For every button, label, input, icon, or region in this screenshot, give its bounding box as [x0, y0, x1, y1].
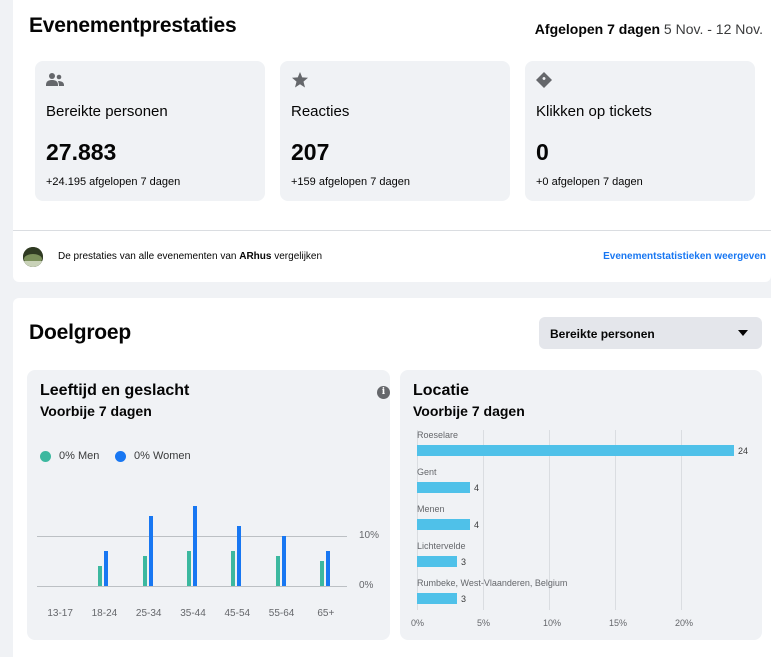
- location-bar: [417, 519, 470, 530]
- location-label: Lichtervelde: [417, 541, 466, 551]
- compare-page-name: ARhus: [239, 251, 272, 262]
- stat-value: 207: [291, 139, 330, 165]
- location-value: 3: [461, 594, 467, 604]
- x-tick-label: 0%: [411, 618, 425, 628]
- bar-women: [104, 551, 109, 586]
- compare-suffix: vergelijken: [271, 251, 323, 262]
- location-label: Gent: [417, 467, 437, 477]
- y-tick-label: 0%: [359, 580, 374, 591]
- women-color-dot: [115, 450, 126, 462]
- stat-label: Klikken op tickets: [536, 103, 652, 120]
- age-gender-subtitle: Voorbije 7 dagen: [40, 403, 152, 419]
- x-tick-label: 10%: [543, 618, 562, 628]
- bar-men: [231, 551, 236, 586]
- legend-women: 0% Women: [115, 450, 191, 462]
- location-value: 3: [461, 557, 467, 567]
- location-label: Menen: [417, 504, 445, 514]
- bar-women: [325, 551, 330, 586]
- date-range: Afgelopen 7 dagen 5 Nov. - 12 Nov.: [535, 21, 763, 37]
- people-icon: [46, 73, 64, 86]
- bar-men: [275, 556, 280, 586]
- event-performance-card: Evenementprestaties Afgelopen 7 dagen 5 …: [13, 0, 771, 282]
- stat-delta: +0 afgelopen 7 dagen: [536, 176, 643, 188]
- location-value: 24: [738, 446, 749, 456]
- legend-men: 0% Men: [40, 450, 99, 462]
- metric-dropdown-value: Bereikte personen: [550, 327, 655, 341]
- location-bar: [417, 556, 457, 567]
- x-tick-label: 55-64: [268, 608, 295, 619]
- range-dates: 5 Nov. - 12 Nov.: [663, 21, 763, 37]
- compare-prefix: De prestaties van alle evenementen van: [58, 251, 240, 262]
- performance-title: Evenementprestaties: [29, 14, 237, 37]
- location-title: Locatie: [413, 382, 470, 399]
- x-tick-label: 18-24: [91, 608, 118, 619]
- caret-down-icon: [738, 330, 748, 336]
- bar-women: [237, 526, 242, 586]
- gridline-10: [37, 536, 347, 537]
- audience-title: Doelgroep: [29, 321, 132, 344]
- audience-card: Doelgroep Bereikte personen Leeftijd en …: [13, 298, 771, 657]
- bar-women: [148, 516, 153, 586]
- stat-value: 0: [536, 139, 549, 165]
- range-label: Afgelopen 7 dagen: [534, 21, 661, 37]
- page-avatar: [23, 247, 43, 267]
- location-bar: [417, 593, 457, 604]
- age-gender-panel: Leeftijd en geslacht Voorbije 7 dagen i …: [27, 370, 390, 640]
- gridline-vertical: [615, 430, 616, 610]
- bar-men: [142, 556, 147, 586]
- bar-men: [98, 566, 103, 586]
- metric-dropdown[interactable]: Bereikte personen: [539, 317, 762, 349]
- gridline-vertical: [681, 430, 682, 610]
- x-tick-label: 45-54: [224, 608, 251, 619]
- view-event-insights-link[interactable]: Evenementstatistieken weergeven: [603, 251, 766, 262]
- x-tick-label: 35-44: [180, 608, 206, 619]
- stat-value: 27.883: [46, 139, 117, 165]
- legend-women-label: 0% Women: [134, 450, 191, 462]
- bar-men: [187, 551, 191, 586]
- stat-delta: +24.195 afgelopen 7 dagen: [46, 176, 181, 188]
- stat-label: Reacties: [291, 103, 350, 120]
- stat-card-reach: Bereikte personen 27.883 +24.195 afgelop…: [35, 61, 265, 201]
- location-value: 4: [474, 483, 480, 493]
- bar-men: [319, 561, 324, 586]
- bar-women: [281, 536, 286, 586]
- compare-text: De prestaties van alle evenementen van A…: [58, 251, 322, 262]
- x-tick-label: 15%: [609, 618, 628, 628]
- gridline-0: [37, 586, 347, 587]
- ticket-icon: [536, 72, 552, 88]
- x-tick-label: 13-17: [47, 608, 73, 619]
- bar-women: [193, 506, 197, 586]
- location-bar: [417, 482, 470, 493]
- location-panel: Locatie Voorbije 7 dagen 0% 5% 10% 15% 20% Ro…: [400, 370, 762, 640]
- x-tick-label: 5%: [477, 618, 491, 628]
- stat-label: Bereikte personen: [46, 103, 168, 120]
- location-label: Rumbeke, West-Vlaanderen, Belgium: [417, 578, 568, 588]
- location-label: Roeselare: [417, 430, 459, 440]
- x-tick-label: 25-34: [135, 608, 162, 619]
- x-tick-label: 20%: [675, 618, 694, 628]
- stat-delta: +159 afgelopen 7 dagen: [291, 176, 410, 188]
- x-tick-label: 65+: [317, 608, 335, 619]
- legend-men-label: 0% Men: [59, 450, 100, 462]
- star-icon: [292, 72, 308, 88]
- location-value: 4: [474, 520, 480, 530]
- location-bar: [417, 445, 734, 456]
- stat-card-ticket-clicks: Klikken op tickets 0 +0 afgelopen 7 dage…: [525, 61, 755, 201]
- men-color-dot: [40, 450, 51, 462]
- location-subtitle: Voorbije 7 dagen: [413, 403, 525, 419]
- stat-card-reactions: Reacties 207 +159 afgelopen 7 dagen: [280, 61, 510, 201]
- info-icon[interactable]: i: [377, 386, 390, 399]
- age-gender-title: Leeftijd en geslacht: [40, 382, 190, 399]
- y-tick-label: 10%: [359, 530, 380, 541]
- divider: [13, 230, 771, 231]
